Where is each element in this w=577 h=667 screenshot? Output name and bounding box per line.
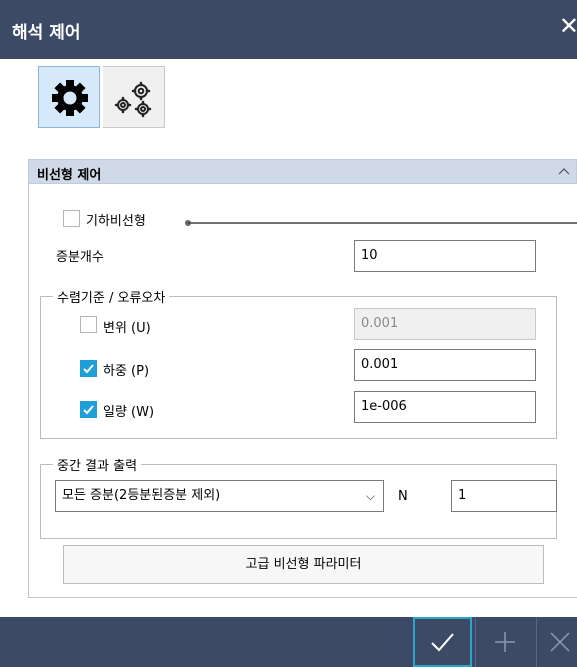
work-input[interactable]: 1e-006 [354, 391, 536, 423]
displacement-input[interactable]: 0.001 [354, 308, 536, 340]
multi-gear-icon [114, 81, 152, 118]
advanced-nonlinear-parameters-button[interactable]: 고급 비선형 파라미터 [63, 545, 544, 584]
displacement-checkbox[interactable] [80, 316, 97, 333]
confirm-button[interactable] [413, 617, 472, 667]
title-bar: 해석 제어 ✕ [0, 0, 577, 59]
chevron-up-icon[interactable] [554, 160, 574, 182]
output-select-value: 모든 증분(2등분된증분 제외) [62, 488, 221, 503]
chevron-down-icon: ⌵ [365, 489, 375, 503]
work-label: 일량 (W) [103, 405, 155, 420]
connector-line [185, 220, 577, 226]
increments-label: 증분개수 [56, 250, 104, 265]
checkmark-icon [83, 405, 94, 415]
single-gear-icon [52, 80, 88, 116]
section-header-nonlinear-control[interactable]: 비선형 제어 [28, 159, 577, 184]
close-icon [550, 632, 570, 652]
single-gear-button[interactable] [38, 66, 100, 128]
load-input[interactable]: 0.001 [354, 349, 536, 381]
multi-gear-button[interactable] [103, 66, 165, 128]
geometric-nonlinear-checkbox[interactable] [63, 210, 80, 227]
load-label: 하중 (P) [103, 364, 150, 379]
increments-input[interactable]: 10 [354, 240, 536, 272]
window-title: 해석 제어 [12, 23, 81, 43]
n-label: N [398, 489, 408, 504]
displacement-label: 변위 (U) [103, 321, 151, 336]
close-icon[interactable]: ✕ [559, 14, 577, 38]
toolbar [0, 59, 577, 145]
checkmark-icon [83, 364, 94, 374]
footer-bar [0, 617, 577, 667]
confirm-icon [431, 633, 454, 652]
n-input[interactable]: 1 [451, 480, 557, 512]
load-checkbox[interactable] [80, 360, 97, 377]
work-checkbox[interactable] [80, 401, 97, 418]
output-select[interactable]: 모든 증분(2등분된증분 제외) ⌵ [55, 480, 384, 512]
intermediate-output-title: 중간 결과 출력 [53, 455, 142, 474]
cancel-button[interactable] [536, 617, 577, 667]
convergence-group-title: 수렴기준 / 오류오차 [53, 287, 170, 306]
section-title: 비선형 제어 [37, 168, 102, 183]
geometric-nonlinear-label: 기하비선형 [86, 214, 146, 229]
add-button[interactable] [475, 617, 534, 667]
add-icon [495, 632, 515, 652]
